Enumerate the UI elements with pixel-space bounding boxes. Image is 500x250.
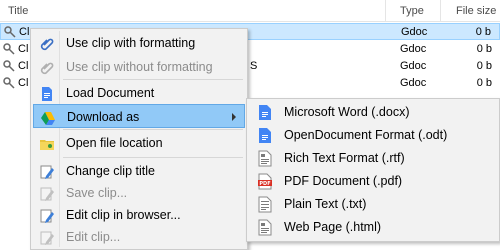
row-type: Gdoc [401, 26, 428, 38]
menu-item-use-clip-without-formatting[interactable]: Use clip without formatting [33, 55, 245, 79]
key-icon [3, 60, 15, 72]
word-doc-icon [259, 105, 271, 120]
row-size: 0 b [476, 60, 492, 72]
menu-separator [63, 157, 243, 158]
column-title[interactable]: Title [8, 5, 28, 17]
menu-item-label: Load Document [66, 86, 155, 100]
context-menu: Use clip with formatting Use clip withou… [30, 28, 248, 250]
pdf-icon: PDF [258, 173, 272, 190]
menu-item-label: Save clip... [66, 186, 128, 200]
edit-browser-icon [40, 209, 54, 223]
menu-separator [63, 79, 243, 80]
row-title: Cl [18, 60, 29, 72]
row-size: 0 b [475, 26, 491, 38]
html-doc-icon [258, 219, 272, 236]
folder-icon [40, 140, 54, 150]
row-title-tail: S [250, 60, 258, 72]
row-type: Gdoc [400, 43, 427, 55]
edit-icon [40, 231, 54, 245]
menu-item-edit-clip-in-browser[interactable]: Edit clip in browser... [33, 203, 245, 227]
odt-doc-icon [259, 128, 271, 143]
submenu-item-odt[interactable]: OpenDocument Format (.odt) [249, 124, 497, 147]
save-icon [40, 187, 54, 201]
column-divider[interactable] [440, 0, 441, 22]
key-icon [4, 26, 16, 38]
menu-item-use-clip-with-formatting[interactable]: Use clip with formatting [33, 31, 245, 55]
row-size: 0 b [476, 43, 492, 55]
document-icon [42, 87, 52, 101]
column-file-size[interactable]: File size [456, 5, 496, 17]
key-icon [3, 43, 15, 55]
submenu-item-html[interactable]: Web Page (.html) [249, 216, 497, 239]
submenu-item-docx[interactable]: Microsoft Word (.docx) [249, 101, 497, 124]
drive-icon [41, 112, 55, 125]
menu-item-download-as[interactable]: Download as [33, 104, 245, 128]
submenu-item-label: OpenDocument Format (.odt) [284, 128, 448, 142]
menu-separator [63, 129, 243, 130]
svg-text:PDF: PDF [259, 181, 270, 187]
row-type: Gdoc [400, 77, 427, 89]
key-icon [3, 77, 15, 89]
submenu-item-label: Web Page (.html) [284, 220, 382, 234]
row-size: 0 b [476, 77, 492, 89]
submenu-item-label: Plain Text (.txt) [284, 197, 367, 211]
menu-item-change-clip-title[interactable]: Change clip title [33, 159, 245, 183]
menu-item-label: Edit clip... [66, 230, 121, 244]
submenu-arrow-icon [232, 113, 236, 121]
row-type: Gdoc [400, 60, 427, 72]
download-as-submenu: Microsoft Word (.docx) OpenDocument Form… [246, 98, 500, 242]
menu-item-save-clip[interactable]: Save clip... [33, 181, 245, 205]
menu-item-label: Use clip with formatting [66, 36, 196, 50]
row-title: Cl [19, 26, 30, 38]
menu-item-label: Edit clip in browser... [66, 208, 181, 222]
rtf-doc-icon [258, 150, 272, 167]
menu-item-load-document[interactable]: Load Document [33, 81, 245, 105]
submenu-item-txt[interactable]: Plain Text (.txt) [249, 193, 497, 216]
submenu-item-rtf[interactable]: Rich Text Format (.rtf) [249, 147, 497, 170]
menu-item-label: Download as [67, 110, 140, 124]
menu-item-open-file-location[interactable]: Open file location [33, 131, 245, 155]
row-title: Cl [18, 77, 29, 89]
column-type[interactable]: Type [400, 5, 424, 17]
submenu-item-label: Rich Text Format (.rtf) [284, 151, 405, 165]
menu-item-label: Use clip without formatting [66, 60, 213, 74]
clip-icon [40, 62, 54, 75]
menu-item-label: Open file location [66, 136, 163, 150]
row-title: Cl [18, 43, 29, 55]
menu-item-label: Change clip title [66, 164, 155, 178]
submenu-item-label: PDF Document (.pdf) [284, 174, 403, 188]
menu-item-edit-clip[interactable]: Edit clip... [33, 225, 245, 249]
list-header: Title Type File size [0, 0, 500, 22]
edit-icon [40, 165, 54, 179]
submenu-item-label: Microsoft Word (.docx) [284, 105, 410, 119]
clip-icon [40, 38, 54, 51]
column-divider[interactable] [385, 0, 386, 22]
submenu-item-pdf[interactable]: PDF PDF Document (.pdf) [249, 170, 497, 193]
txt-doc-icon [258, 196, 272, 213]
